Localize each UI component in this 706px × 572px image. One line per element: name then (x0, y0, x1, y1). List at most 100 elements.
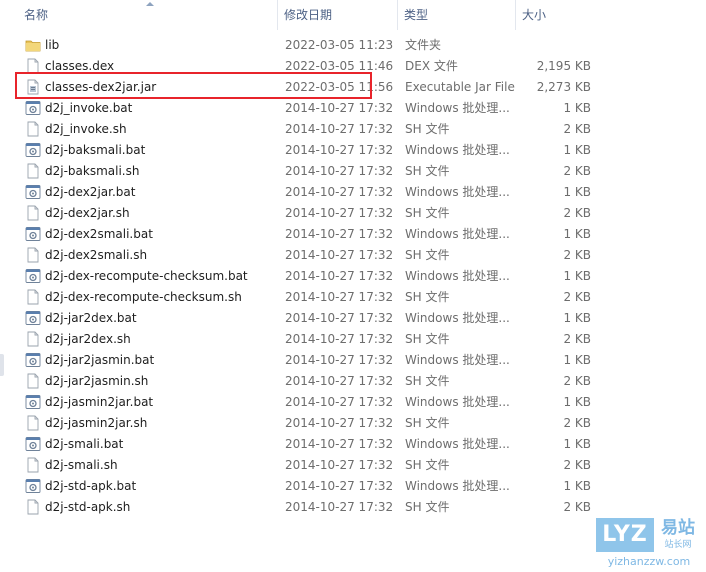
file-list: lib 2022-03-05 11:23 文件夹 classes.dex 2022-03… (0, 35, 706, 518)
watermark-brand: 易站 (661, 518, 695, 538)
file-type: Windows 批处理... (405, 311, 510, 325)
file-icon (25, 58, 41, 74)
file-name: d2j-jar2dex.bat (45, 311, 137, 325)
file-row[interactable]: d2j_invoke.sh 2014-10-27 17:32 SH 文件 2 KB (0, 119, 706, 140)
file-type: SH 文件 (405, 122, 450, 136)
file-row[interactable]: d2j-smali.sh 2014-10-27 17:32 SH 文件 2 KB (0, 455, 706, 476)
file-row[interactable]: d2j-jar2dex.bat 2014-10-27 17:32 Windows 批… (0, 308, 706, 329)
file-row[interactable]: d2j-dex2jar.bat 2014-10-27 17:32 Windows 批… (0, 182, 706, 203)
file-date-modified: 2014-10-27 17:32 (285, 458, 394, 472)
file-date-modified: 2014-10-27 17:32 (285, 416, 394, 430)
file-date-modified: 2014-10-27 17:32 (285, 185, 394, 199)
file-icon (25, 499, 41, 515)
file-row[interactable]: classes-dex2jar.jar 2022-03-05 11:56 Execu… (0, 77, 706, 98)
file-name: d2j-smali.bat (45, 437, 124, 451)
file-name: classes-dex2jar.jar (45, 80, 157, 94)
file-row[interactable]: d2j-jar2jasmin.bat 2014-10-27 17:32 Window… (0, 350, 706, 371)
file-row[interactable]: d2j-smali.bat 2014-10-27 17:32 Windows 批处理… (0, 434, 706, 455)
file-size: 2,195 KB (536, 59, 591, 73)
file-name: d2j-jasmin2jar.bat (45, 395, 154, 409)
file-type: SH 文件 (405, 206, 450, 220)
file-row[interactable]: d2j-baksmali.sh 2014-10-27 17:32 SH 文件 2 KB (0, 161, 706, 182)
file-row[interactable]: d2j-dex-recompute-checksum.sh 2014-10-27 … (0, 287, 706, 308)
file-date-modified: 2014-10-27 17:32 (285, 101, 394, 115)
batch-file-icon (25, 142, 41, 158)
file-date-modified: 2014-10-27 17:32 (285, 479, 394, 493)
file-date-modified: 2014-10-27 17:32 (285, 206, 394, 220)
batch-file-icon (25, 478, 41, 494)
file-row[interactable]: d2j-jasmin2jar.bat 2014-10-27 17:32 Window… (0, 392, 706, 413)
file-row[interactable]: lib 2022-03-05 11:23 文件夹 (0, 35, 706, 56)
batch-file-icon (25, 184, 41, 200)
file-name: d2j-dex-recompute-checksum.sh (45, 290, 242, 304)
file-name: d2j-std-apk.bat (45, 479, 137, 493)
file-date-modified: 2014-10-27 17:32 (285, 227, 394, 241)
file-row[interactable]: d2j-baksmali.bat 2014-10-27 17:32 Windows … (0, 140, 706, 161)
file-name: d2j-dex-recompute-checksum.bat (45, 269, 248, 283)
resize-handle[interactable] (0, 354, 4, 376)
file-size: 2 KB (563, 164, 591, 178)
file-name: d2j-jar2jasmin.bat (45, 353, 155, 367)
file-size: 2 KB (563, 122, 591, 136)
file-size: 1 KB (563, 479, 591, 493)
file-size: 1 KB (563, 269, 591, 283)
file-row[interactable]: d2j-dex2smali.bat 2014-10-27 17:32 Windows… (0, 224, 706, 245)
file-date-modified: 2014-10-27 17:32 (285, 269, 394, 283)
file-name: d2j-dex2smali.bat (45, 227, 153, 241)
file-type: SH 文件 (405, 332, 450, 346)
column-header-name[interactable]: 名称 (18, 0, 278, 30)
file-name: d2j_invoke.sh (45, 122, 127, 136)
batch-file-icon (25, 268, 41, 284)
file-size: 2 KB (563, 416, 591, 430)
jar-file-icon (25, 79, 41, 95)
column-header-date-modified[interactable]: 修改日期 (278, 0, 398, 30)
batch-file-icon (25, 352, 41, 368)
file-size: 1 KB (563, 101, 591, 115)
file-icon (25, 331, 41, 347)
batch-file-icon (25, 310, 41, 326)
file-row[interactable]: d2j-std-apk.sh 2014-10-27 17:32 SH 文件 2 KB (0, 497, 706, 518)
column-header-size[interactable]: 大小 (516, 0, 596, 30)
file-row[interactable]: d2j-dex2smali.sh 2014-10-27 17:32 SH 文件 2 K… (0, 245, 706, 266)
file-row[interactable]: d2j-jar2jasmin.sh 2014-10-27 17:32 SH 文件 2 … (0, 371, 706, 392)
file-size: 1 KB (563, 353, 591, 367)
file-name: d2j-baksmali.sh (45, 164, 140, 178)
file-icon (25, 163, 41, 179)
file-size: 1 KB (563, 437, 591, 451)
file-icon (25, 415, 41, 431)
column-header-type[interactable]: 类型 (398, 0, 516, 30)
file-type: SH 文件 (405, 374, 450, 388)
file-row[interactable]: classes.dex 2022-03-05 11:46 DEX 文件 2,195 K… (0, 56, 706, 77)
file-date-modified: 2022-03-05 11:46 (285, 59, 394, 73)
file-row[interactable]: d2j_invoke.bat 2014-10-27 17:32 Windows 批处… (0, 98, 706, 119)
file-size: 2 KB (563, 500, 591, 514)
file-row[interactable]: d2j-std-apk.bat 2014-10-27 17:32 Windows 批… (0, 476, 706, 497)
file-date-modified: 2014-10-27 17:32 (285, 248, 394, 262)
file-name: d2j-dex2jar.sh (45, 206, 130, 220)
file-type: Windows 批处理... (405, 395, 510, 409)
file-row[interactable]: d2j-jar2dex.sh 2014-10-27 17:32 SH 文件 2 KB (0, 329, 706, 350)
file-date-modified: 2014-10-27 17:32 (285, 143, 394, 157)
file-date-modified: 2022-03-05 11:23 (285, 38, 394, 52)
file-date-modified: 2014-10-27 17:32 (285, 332, 394, 346)
file-date-modified: 2014-10-27 17:32 (285, 311, 394, 325)
file-type: SH 文件 (405, 248, 450, 262)
file-name: d2j-smali.sh (45, 458, 118, 472)
file-date-modified: 2014-10-27 17:32 (285, 353, 394, 367)
file-row[interactable]: d2j-dex2jar.sh 2014-10-27 17:32 SH 文件 2 KB (0, 203, 706, 224)
file-icon (25, 289, 41, 305)
file-name: d2j-dex2smali.sh (45, 248, 148, 262)
watermark: LYZ 易站 站长网 yizhanzzw.com (596, 518, 702, 570)
file-size: 2 KB (563, 248, 591, 262)
file-size: 2 KB (563, 206, 591, 220)
file-row[interactable]: d2j-dex-recompute-checksum.bat 2014-10-27… (0, 266, 706, 287)
file-row[interactable]: d2j-jasmin2jar.sh 2014-10-27 17:32 SH 文件 2 … (0, 413, 706, 434)
file-name: lib (45, 38, 60, 52)
watermark-tagline: 站长网 (664, 540, 692, 550)
file-name: d2j-jar2dex.sh (45, 332, 131, 346)
file-name: classes.dex (45, 59, 115, 73)
file-date-modified: 2022-03-05 11:56 (285, 80, 394, 94)
file-name: d2j-std-apk.sh (45, 500, 131, 514)
file-date-modified: 2014-10-27 17:32 (285, 437, 394, 451)
folder-icon (25, 37, 41, 53)
